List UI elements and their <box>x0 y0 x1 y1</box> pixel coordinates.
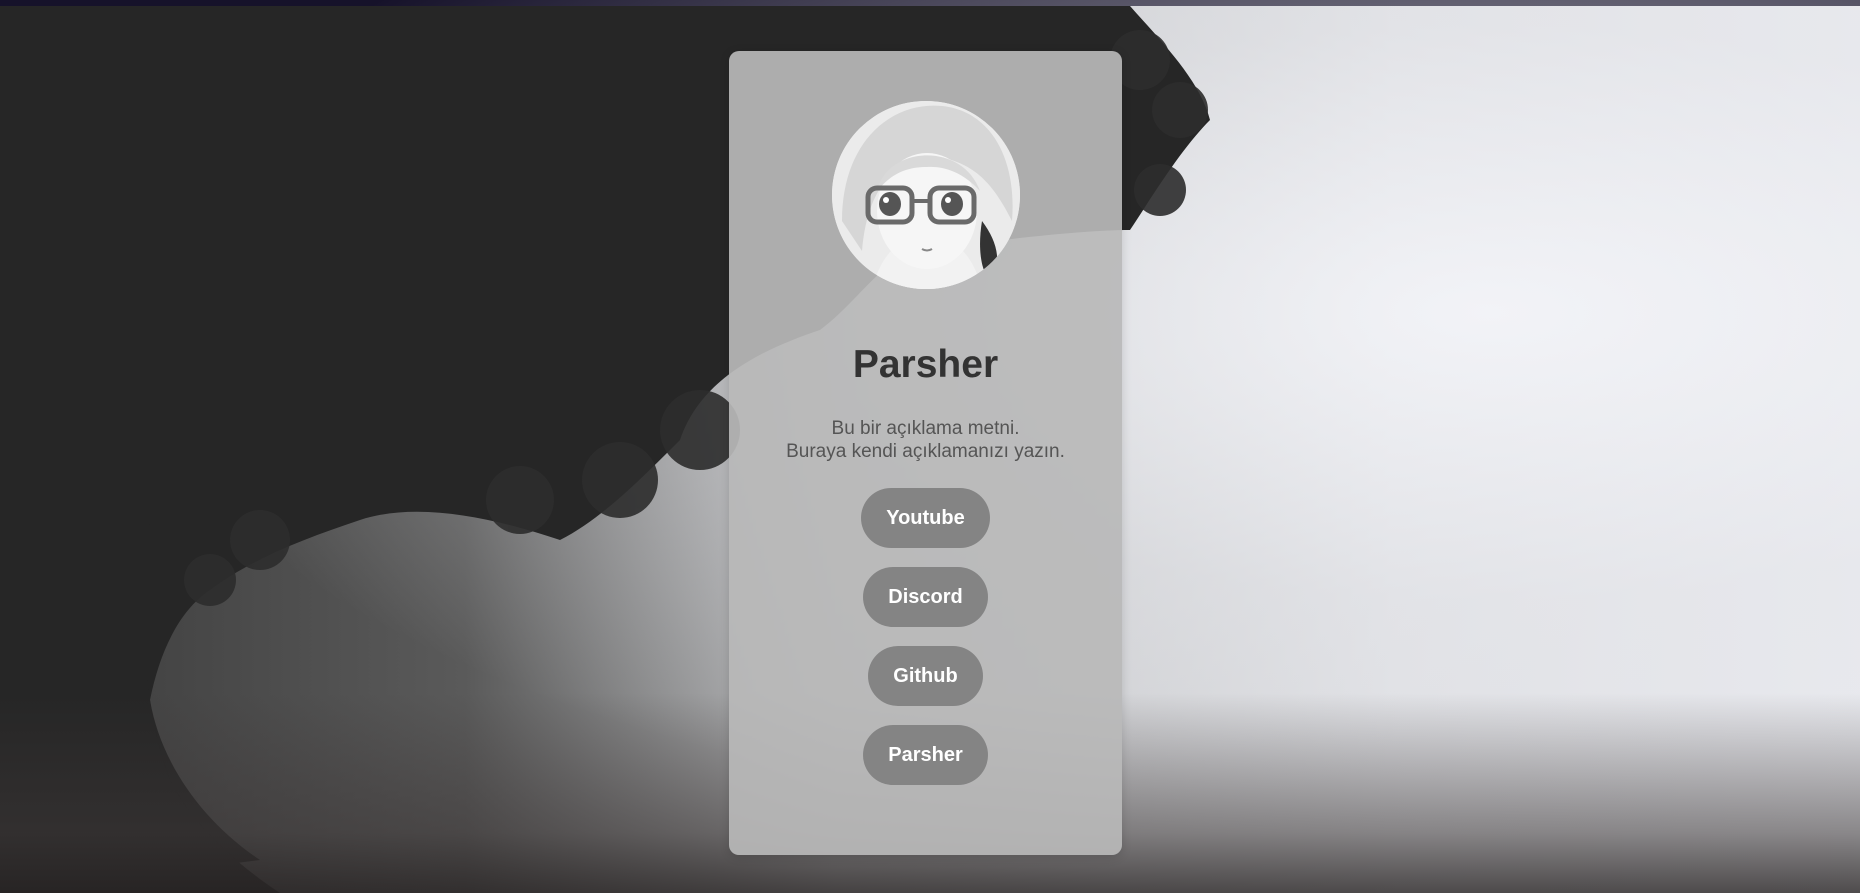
github-link-button[interactable]: Github <box>868 646 983 706</box>
profile-description: Bu bir açıklama metni. Buraya kendi açık… <box>729 417 1122 463</box>
anime-girl-avatar-icon <box>832 101 1020 289</box>
description-line-2: Buraya kendi açıklamanızı yazın. <box>786 441 1065 462</box>
profile-name: Parsher <box>852 343 999 386</box>
avatar <box>832 101 1020 289</box>
profile-card: Parsher Bu bir açıklama metni. Buraya ke… <box>729 51 1122 855</box>
youtube-link-button[interactable]: Youtube <box>861 488 990 548</box>
parsher-link-button[interactable]: Parsher <box>863 725 988 785</box>
link-list: Youtube Discord Github Parsher <box>729 488 1122 804</box>
page: Parsher Bu bir açıklama metni. Buraya ke… <box>0 0 1860 893</box>
discord-link-button[interactable]: Discord <box>863 567 988 627</box>
description-line-1: Bu bir açıklama metni. <box>831 418 1020 439</box>
